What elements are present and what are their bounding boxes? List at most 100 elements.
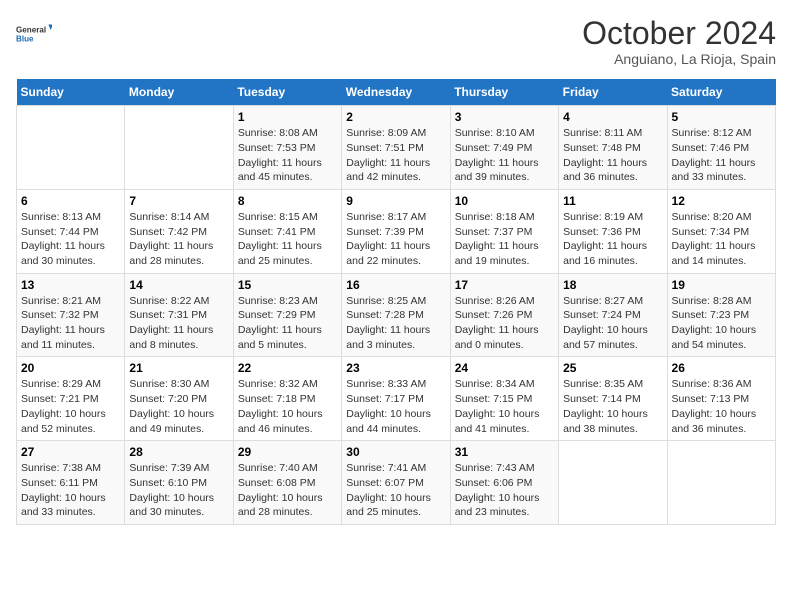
calendar-cell: 21 Sunrise: 8:30 AMSunset: 7:20 PMDayligh… — [125, 357, 233, 441]
calendar-cell: 15Sunrise: 8:23 AMSunset: 7:29 PMDayligh… — [233, 273, 341, 357]
day-info: Sunrise: 8:30 AMSunset: 7:20 PMDaylight:… — [129, 377, 228, 436]
day-number: 16 — [346, 278, 445, 292]
calendar-cell: 11Sunrise: 8:19 AMSunset: 7:36 PMDayligh… — [559, 189, 667, 273]
day-info: Sunrise: 8:28 AMSunset: 7:23 PMDaylight:… — [672, 294, 771, 353]
day-number: 1 — [238, 110, 337, 124]
day-info: Sunrise: 8:29 AMSunset: 7:21 PMDaylight:… — [21, 377, 120, 436]
calendar-cell: 2Sunrise: 8:09 AMSunset: 7:51 PMDaylight… — [342, 106, 450, 190]
weekday-header: Wednesday — [342, 79, 450, 106]
calendar-cell: 8 Sunrise: 8:15 AMSunset: 7:41 PMDaylight… — [233, 189, 341, 273]
weekday-header: Sunday — [17, 79, 125, 106]
svg-text:Blue: Blue — [16, 35, 34, 44]
calendar-cell — [559, 441, 667, 525]
day-info: Sunrise: 8:14 AMSunset: 7:42 PMDaylight:… — [129, 210, 228, 269]
calendar-cell: 6 Sunrise: 8:13 AMSunset: 7:44 PMDaylight… — [17, 189, 125, 273]
day-info: Sunrise: 8:21 AMSunset: 7:32 PMDaylight:… — [21, 294, 120, 353]
day-info: Sunrise: 8:17 AMSunset: 7:39 PMDaylight:… — [346, 210, 445, 269]
day-info: Sunrise: 8:33 AMSunset: 7:17 PMDaylight:… — [346, 377, 445, 436]
day-info: Sunrise: 7:41 AMSunset: 6:07 PMDaylight:… — [346, 461, 445, 520]
svg-text:General: General — [16, 26, 46, 35]
day-info: Sunrise: 7:38 AMSunset: 6:11 PMDaylight:… — [21, 461, 120, 520]
day-number: 12 — [672, 194, 771, 208]
day-number: 11 — [563, 194, 662, 208]
day-number: 4 — [563, 110, 662, 124]
weekday-header: Monday — [125, 79, 233, 106]
weekday-header: Tuesday — [233, 79, 341, 106]
month-title: October 2024 — [582, 16, 776, 51]
day-info: Sunrise: 8:13 AMSunset: 7:44 PMDaylight:… — [21, 210, 120, 269]
day-number: 5 — [672, 110, 771, 124]
day-info: Sunrise: 8:25 AMSunset: 7:28 PMDaylight:… — [346, 294, 445, 353]
calendar-cell: 22 Sunrise: 8:32 AMSunset: 7:18 PMDayligh… — [233, 357, 341, 441]
calendar-week-row: 1 Sunrise: 8:08 AMSunset: 7:53 PMDaylight… — [17, 106, 776, 190]
calendar-cell: 7 Sunrise: 8:14 AMSunset: 7:42 PMDaylight… — [125, 189, 233, 273]
calendar-cell: 26Sunrise: 8:36 AMSunset: 7:13 PMDayligh… — [667, 357, 775, 441]
day-number: 6 — [21, 194, 120, 208]
calendar-cell: 4 Sunrise: 8:11 AMSunset: 7:48 PMDaylight… — [559, 106, 667, 190]
calendar-cell: 13 Sunrise: 8:21 AMSunset: 7:32 PMDayligh… — [17, 273, 125, 357]
day-number: 17 — [455, 278, 554, 292]
day-info: Sunrise: 8:15 AMSunset: 7:41 PMDaylight:… — [238, 210, 337, 269]
calendar-cell: 18 Sunrise: 8:27 AMSunset: 7:24 PMDayligh… — [559, 273, 667, 357]
day-number: 13 — [21, 278, 120, 292]
calendar-table: SundayMondayTuesdayWednesdayThursdayFrid… — [16, 79, 776, 525]
day-number: 20 — [21, 361, 120, 375]
weekday-header: Saturday — [667, 79, 775, 106]
day-info: Sunrise: 8:35 AMSunset: 7:14 PMDaylight:… — [563, 377, 662, 436]
day-number: 23 — [346, 361, 445, 375]
calendar-cell: 27 Sunrise: 7:38 AMSunset: 6:11 PMDayligh… — [17, 441, 125, 525]
day-number: 15 — [238, 278, 337, 292]
calendar-cell: 20 Sunrise: 8:29 AMSunset: 7:21 PMDayligh… — [17, 357, 125, 441]
calendar-cell: 3 Sunrise: 8:10 AMSunset: 7:49 PMDaylight… — [450, 106, 558, 190]
calendar-cell: 14Sunrise: 8:22 AMSunset: 7:31 PMDayligh… — [125, 273, 233, 357]
logo-svg: General Blue — [16, 16, 52, 52]
day-number: 22 — [238, 361, 337, 375]
day-number: 19 — [672, 278, 771, 292]
calendar-week-row: 27 Sunrise: 7:38 AMSunset: 6:11 PMDayligh… — [17, 441, 776, 525]
day-number: 9 — [346, 194, 445, 208]
day-number: 7 — [129, 194, 228, 208]
weekday-header: Friday — [559, 79, 667, 106]
calendar-cell: 10Sunrise: 8:18 AMSunset: 7:37 PMDayligh… — [450, 189, 558, 273]
calendar-cell: 12 Sunrise: 8:20 AMSunset: 7:34 PMDayligh… — [667, 189, 775, 273]
calendar-cell: 31Sunrise: 7:43 AMSunset: 6:06 PMDayligh… — [450, 441, 558, 525]
day-number: 8 — [238, 194, 337, 208]
day-number: 30 — [346, 445, 445, 459]
weekday-header: Thursday — [450, 79, 558, 106]
calendar-cell: 1 Sunrise: 8:08 AMSunset: 7:53 PMDaylight… — [233, 106, 341, 190]
calendar-week-row: 13 Sunrise: 8:21 AMSunset: 7:32 PMDayligh… — [17, 273, 776, 357]
calendar-cell: 24 Sunrise: 8:34 AMSunset: 7:15 PMDayligh… — [450, 357, 558, 441]
day-number: 24 — [455, 361, 554, 375]
calendar-cell — [125, 106, 233, 190]
logo: General Blue — [16, 16, 52, 52]
calendar-week-row: 6 Sunrise: 8:13 AMSunset: 7:44 PMDaylight… — [17, 189, 776, 273]
calendar-cell — [17, 106, 125, 190]
day-info: Sunrise: 8:11 AMSunset: 7:48 PMDaylight:… — [563, 126, 662, 185]
day-info: Sunrise: 8:10 AMSunset: 7:49 PMDaylight:… — [455, 126, 554, 185]
day-info: Sunrise: 8:27 AMSunset: 7:24 PMDaylight:… — [563, 294, 662, 353]
day-info: Sunrise: 7:39 AMSunset: 6:10 PMDaylight:… — [129, 461, 228, 520]
calendar-cell — [667, 441, 775, 525]
location-subtitle: Anguiano, La Rioja, Spain — [582, 51, 776, 67]
calendar-cell: 5 Sunrise: 8:12 AMSunset: 7:46 PMDaylight… — [667, 106, 775, 190]
day-number: 3 — [455, 110, 554, 124]
day-info: Sunrise: 8:20 AMSunset: 7:34 PMDaylight:… — [672, 210, 771, 269]
day-number: 26 — [672, 361, 771, 375]
day-info: Sunrise: 8:12 AMSunset: 7:46 PMDaylight:… — [672, 126, 771, 185]
day-number: 21 — [129, 361, 228, 375]
calendar-cell: 17Sunrise: 8:26 AMSunset: 7:26 PMDayligh… — [450, 273, 558, 357]
calendar-cell: 23 Sunrise: 8:33 AMSunset: 7:17 PMDayligh… — [342, 357, 450, 441]
day-info: Sunrise: 8:32 AMSunset: 7:18 PMDaylight:… — [238, 377, 337, 436]
weekday-header-row: SundayMondayTuesdayWednesdayThursdayFrid… — [17, 79, 776, 106]
day-info: Sunrise: 8:34 AMSunset: 7:15 PMDaylight:… — [455, 377, 554, 436]
day-number: 27 — [21, 445, 120, 459]
day-info: Sunrise: 7:40 AMSunset: 6:08 PMDaylight:… — [238, 461, 337, 520]
day-info: Sunrise: 8:22 AMSunset: 7:31 PMDaylight:… — [129, 294, 228, 353]
day-info: Sunrise: 8:09 AMSunset: 7:51 PMDaylight:… — [346, 126, 445, 185]
day-info: Sunrise: 8:18 AMSunset: 7:37 PMDaylight:… — [455, 210, 554, 269]
calendar-cell: 29Sunrise: 7:40 AMSunset: 6:08 PMDayligh… — [233, 441, 341, 525]
day-number: 31 — [455, 445, 554, 459]
calendar-cell: 9 Sunrise: 8:17 AMSunset: 7:39 PMDaylight… — [342, 189, 450, 273]
day-number: 18 — [563, 278, 662, 292]
day-info: Sunrise: 8:08 AMSunset: 7:53 PMDaylight:… — [238, 126, 337, 185]
